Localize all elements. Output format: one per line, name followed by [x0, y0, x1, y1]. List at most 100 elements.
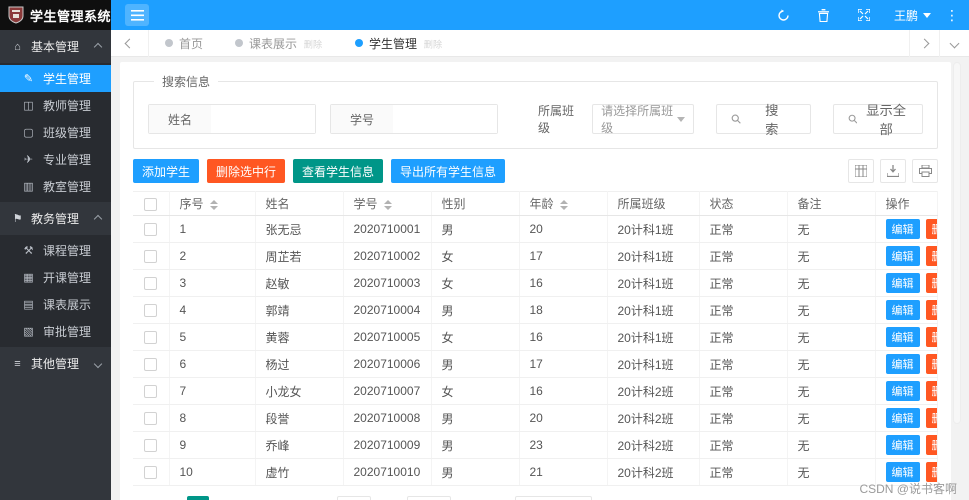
chevron-right-icon: [919, 38, 930, 48]
sidebar-item-approval[interactable]: ▧ 审批管理: [0, 318, 111, 345]
sort-icon[interactable]: [383, 199, 392, 210]
goto-page-input[interactable]: [337, 496, 372, 500]
tabs-scroll-right-button[interactable]: [909, 29, 939, 57]
view-student-button[interactable]: 查看学生信息: [293, 159, 384, 183]
column-header-index[interactable]: 序号: [169, 191, 256, 216]
tab-students[interactable]: 学生管理 删除: [339, 30, 459, 57]
delete-button[interactable]: 删除: [925, 300, 937, 320]
row-checkbox[interactable]: [144, 412, 158, 426]
delete-selected-button[interactable]: 删除选中行: [207, 159, 286, 183]
edit-button[interactable]: 编辑: [885, 327, 920, 347]
cell-age: 21: [519, 458, 608, 486]
select-all-checkbox[interactable]: [144, 197, 158, 211]
page-button[interactable]: 2: [215, 496, 237, 500]
name-input[interactable]: [211, 105, 315, 133]
building-icon: ▥: [23, 181, 34, 193]
table-tool-icons: [848, 159, 938, 183]
delete-button[interactable]: 删除: [925, 462, 937, 482]
sidebar-section-academic[interactable]: ⚑ 教务管理: [0, 202, 111, 235]
delete-button[interactable]: 删除: [925, 327, 937, 347]
row-checkbox[interactable]: [144, 385, 158, 399]
sidebar-item-courses[interactable]: ⚒ 课程管理: [0, 237, 111, 264]
search-button[interactable]: 搜 索: [715, 103, 811, 137]
delete-button[interactable]: 删除: [925, 408, 937, 428]
delete-button[interactable]: 删除: [925, 219, 937, 239]
page-button[interactable]: 1: [187, 496, 210, 500]
show-all-button[interactable]: 显示全部: [832, 103, 923, 137]
clear-cache-button[interactable]: [804, 0, 844, 30]
row-checkbox[interactable]: [144, 304, 158, 318]
main-content: 搜索信息 姓名 学号 所属班级 请选择所属班级 搜 索 显示全部 添加学生 删除…: [111, 57, 969, 500]
column-header-status: 状态: [699, 191, 788, 216]
sidebar-item-students[interactable]: ✎ 学生管理: [0, 65, 111, 92]
sidebar-item-classes[interactable]: ▢ 班级管理: [0, 119, 111, 146]
row-checkbox[interactable]: [144, 466, 158, 480]
delete-button[interactable]: 删除: [925, 354, 937, 374]
table-row: 1张无忌2020710001男2020计科1班正常无编辑删除: [133, 215, 938, 243]
row-checkbox[interactable]: [144, 358, 158, 372]
export-button[interactable]: [880, 159, 906, 183]
edit-button[interactable]: 编辑: [885, 246, 920, 266]
sidebar-section-other[interactable]: ≡ 其他管理: [0, 347, 111, 380]
edit-button[interactable]: 编辑: [885, 408, 920, 428]
column-header-age[interactable]: 年龄: [519, 191, 608, 216]
sidebar-item-classrooms[interactable]: ▥ 教室管理: [0, 173, 111, 200]
tab-close-button[interactable]: 删除: [304, 36, 322, 50]
cell-index: 8: [169, 404, 256, 432]
delete-button[interactable]: 删除: [925, 273, 937, 293]
cell-actions: 编辑删除: [875, 431, 938, 459]
tab-timetable[interactable]: 课表展示 删除: [219, 30, 339, 57]
add-student-button[interactable]: 添加学生: [133, 159, 200, 183]
filter-columns-button[interactable]: [848, 159, 874, 183]
students-table: 序号 姓名 学号 性别 年龄 所属班级 状态 备注 操作 1 张无忌 2020710…: [133, 191, 938, 486]
row-checkbox-cell: [133, 242, 170, 270]
sidebar-item-teachers[interactable]: ◫ 教师管理: [0, 92, 111, 119]
fullscreen-button[interactable]: [844, 0, 884, 30]
goto-confirm-button[interactable]: 确定: [407, 496, 452, 500]
sort-icon[interactable]: [209, 199, 218, 210]
sidebar-section-basic[interactable]: ⌂ 基本管理: [0, 30, 111, 63]
column-header-student-id[interactable]: 学号: [343, 191, 432, 216]
more-options-button[interactable]: ⋮: [941, 7, 963, 24]
edit-button[interactable]: 编辑: [885, 354, 920, 374]
print-button[interactable]: [912, 159, 938, 183]
next-page-button[interactable]: 下一页: [243, 496, 291, 500]
chevron-left-icon: [124, 38, 135, 48]
page-size-select[interactable]: 10 条/页: [515, 496, 593, 500]
delete-button[interactable]: 删除: [925, 435, 937, 455]
sort-icon[interactable]: [559, 199, 568, 210]
edit-button[interactable]: 编辑: [885, 300, 920, 320]
row-checkbox[interactable]: [144, 277, 158, 291]
user-menu[interactable]: 王鹏: [884, 0, 941, 30]
row-checkbox[interactable]: [144, 331, 158, 345]
table-row: 8段誉2020710008男2020计科2班正常无编辑删除: [133, 404, 938, 432]
row-checkbox[interactable]: [144, 439, 158, 453]
tabs-menu-button[interactable]: [939, 29, 969, 57]
export-all-button[interactable]: 导出所有学生信息: [391, 159, 506, 183]
edit-button[interactable]: 编辑: [885, 435, 920, 455]
student-id-input[interactable]: [393, 105, 497, 133]
sidebar-item-timetable[interactable]: ▤ 课表展示: [0, 291, 111, 318]
collapse-sidebar-button[interactable]: [125, 4, 149, 26]
scrollbar[interactable]: [953, 62, 961, 424]
prev-page-button[interactable]: 上一页: [133, 496, 181, 500]
sidebar-item-course-offering[interactable]: ▦ 开课管理: [0, 264, 111, 291]
delete-button[interactable]: 删除: [925, 381, 937, 401]
sidebar-item-label: 课表展示: [43, 298, 92, 312]
cell-student-id: 2020710001: [343, 215, 432, 243]
sidebar-item-majors[interactable]: ✈ 专业管理: [0, 146, 111, 173]
class-select[interactable]: 请选择所属班级: [592, 104, 694, 135]
row-checkbox[interactable]: [144, 223, 158, 237]
tabs-scroll-left-button[interactable]: [111, 29, 149, 57]
edit-button[interactable]: 编辑: [885, 219, 920, 239]
edit-button[interactable]: 编辑: [885, 381, 920, 401]
tab-home[interactable]: 首页: [149, 30, 219, 57]
delete-button[interactable]: 删除: [925, 246, 937, 266]
edit-button[interactable]: 编辑: [885, 273, 920, 293]
row-checkbox[interactable]: [144, 250, 158, 264]
tab-close-button[interactable]: 删除: [424, 36, 442, 50]
refresh-button[interactable]: [764, 0, 804, 30]
flag-icon: ⚑: [12, 213, 23, 225]
edit-button[interactable]: 编辑: [885, 462, 920, 482]
row-checkbox-cell: [133, 377, 170, 405]
